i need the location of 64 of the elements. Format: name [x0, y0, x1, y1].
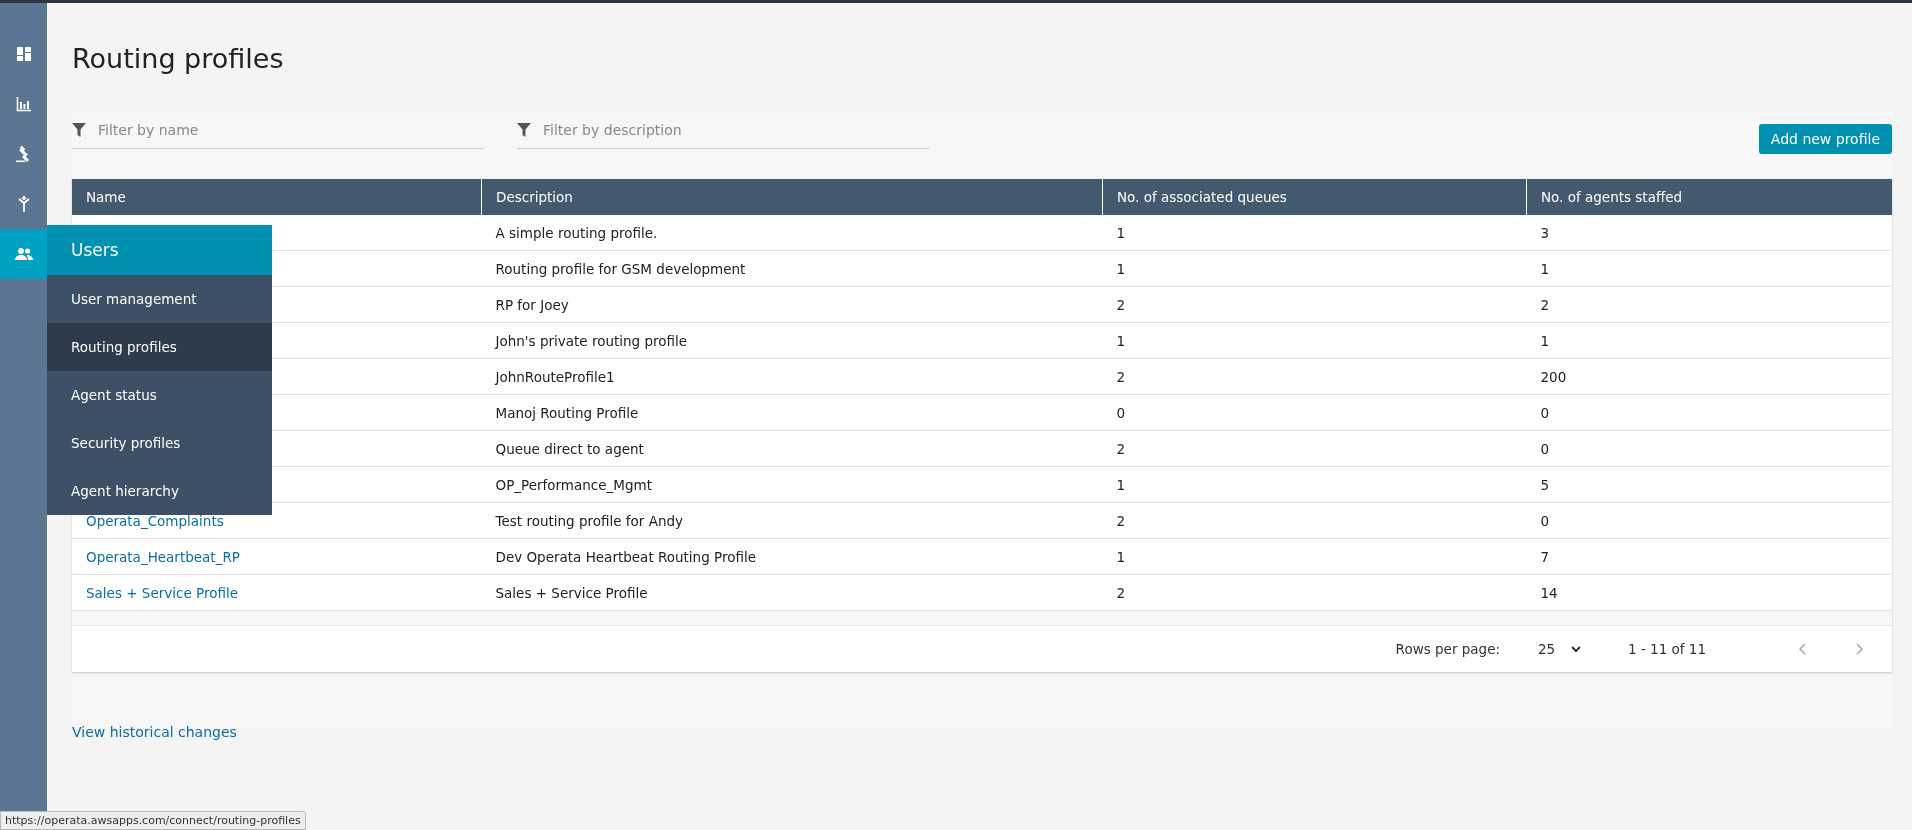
menu-item[interactable]: Agent hierarchy — [47, 467, 272, 515]
table-cell: Queue direct to agent — [495, 440, 644, 457]
table-cell: 2 — [1116, 296, 1126, 313]
table-cell: Routing profile for GSM development — [495, 260, 746, 277]
table-cell: 1 — [1116, 332, 1126, 349]
table-cell: OP_Performance_Mgmt — [495, 476, 652, 493]
table-cell: 1 — [1540, 260, 1550, 277]
table-cell: John's private routing profile — [495, 332, 688, 349]
table-cell: 2 — [1116, 512, 1126, 529]
history-link[interactable]: View historical changes — [72, 724, 237, 740]
profile-link[interactable]: Sales + Service Profile — [86, 584, 238, 601]
profile-link[interactable]: Operata_Heartbeat_RP — [86, 548, 240, 565]
page-range: 1 - 11 of 11 — [1628, 641, 1706, 657]
status-url: https://operata.awsapps.com/connect/routing-profiles — [0, 811, 306, 830]
filter-field[interactable]: Filter by name — [98, 122, 484, 138]
table-cell: 2 — [1116, 368, 1126, 385]
column-header: Description — [481, 179, 1103, 215]
menu-item[interactable]: Security profiles — [47, 419, 272, 467]
sidebar-item[interactable] — [0, 229, 47, 279]
table-cell: 200 — [1540, 368, 1567, 385]
table-cell: Manoj Routing Profile — [495, 404, 639, 421]
menu-header: Users — [47, 225, 272, 275]
menu-item[interactable]: Agent status — [47, 371, 272, 419]
next-page-icon[interactable] — [1856, 643, 1864, 655]
table-cell: 1 — [1540, 332, 1550, 349]
table-cell: 7 — [1540, 548, 1550, 565]
menu-item[interactable]: Routing profiles — [47, 323, 272, 371]
table-cell: A simple routing profile. — [495, 224, 658, 241]
column-header: Name — [72, 179, 482, 215]
table-cell: Sales + Service Profile — [495, 584, 648, 601]
chevron-down-icon — [1571, 645, 1582, 653]
table-cell: Test routing profile for Andy — [495, 512, 684, 529]
table-cell: 0 — [1540, 440, 1550, 457]
users-icon — [14, 247, 33, 261]
table-cell: 1 — [1116, 224, 1126, 241]
menu-item[interactable]: User management — [47, 275, 272, 323]
profile-link[interactable]: Operata_Complaints — [86, 512, 224, 529]
rows-per-page-label: Rows per page: — [1395, 641, 1500, 657]
table-cell: 0 — [1116, 404, 1126, 421]
table-cell: RP for Joey — [495, 296, 569, 313]
filter-field[interactable]: Filter by description — [543, 122, 929, 138]
page-title: Routing profiles — [72, 43, 285, 74]
table-cell: Dev Operata Heartbeat Routing Profile — [495, 548, 756, 565]
add-profile-button[interactable]: Add new profile — [1758, 124, 1892, 154]
filter-icon — [517, 123, 531, 137]
previous-page-icon[interactable] — [1798, 643, 1806, 655]
column-header: No. of associated queues — [1102, 179, 1527, 215]
table-cell: 2 — [1116, 584, 1126, 601]
rows-per-page-select[interactable]: 25 — [1538, 641, 1594, 657]
table-cell: 1 — [1116, 476, 1126, 493]
dashboard-icon — [15, 46, 32, 62]
table-cell: 1 — [1116, 548, 1126, 565]
table-cell: 0 — [1540, 404, 1550, 421]
table-cell: 14 — [1540, 584, 1558, 601]
table-cell: 2 — [1540, 296, 1550, 313]
table-cell: JohnRouteProfile1 — [495, 368, 615, 385]
table-cell: 1 — [1116, 260, 1126, 277]
bar-chart-icon — [15, 96, 32, 112]
filter-icon — [72, 123, 86, 137]
table-cell: 0 — [1540, 512, 1550, 529]
table-cell: 3 — [1540, 224, 1550, 241]
table-cell: 5 — [1540, 476, 1550, 493]
column-header: No. of agents staffed — [1526, 179, 1892, 215]
table-cell: 2 — [1116, 440, 1126, 457]
